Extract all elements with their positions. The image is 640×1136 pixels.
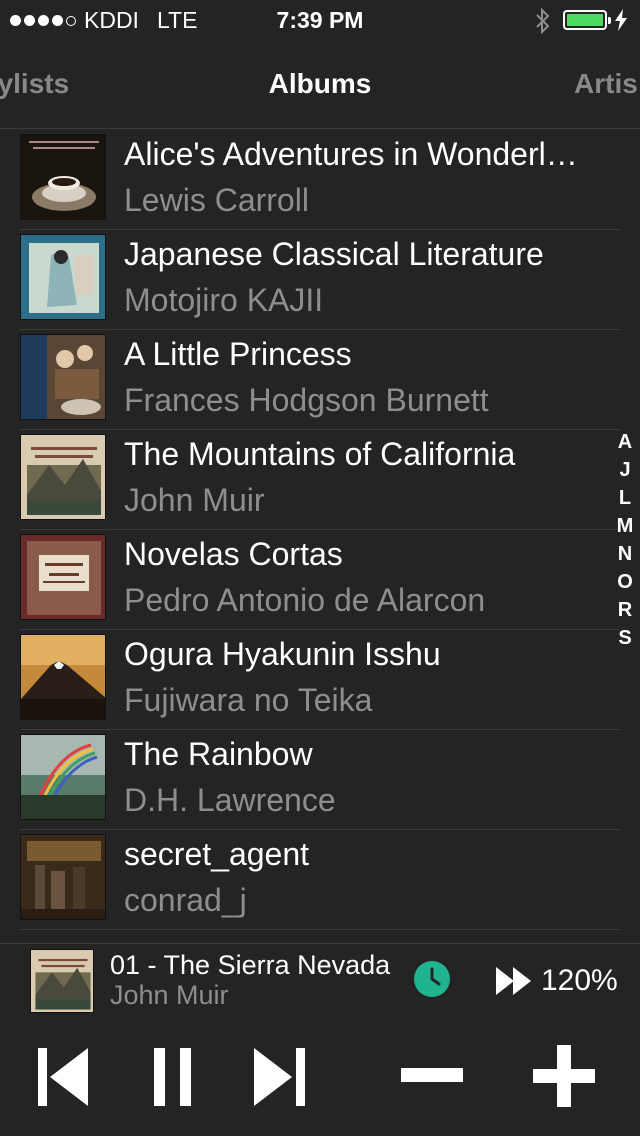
album-row[interactable]: Alice's Adventures in Wonderland Lewis C… (20, 130, 620, 230)
index-letter[interactable]: R (612, 596, 638, 624)
album-title: The Mountains of California (124, 436, 516, 472)
plus-icon (533, 1045, 595, 1107)
album-row[interactable]: The Mountains of California John Muir (20, 430, 620, 530)
album-row[interactable]: The Rainbow D.H. Lawrence (20, 730, 620, 830)
index-letter[interactable]: N (612, 540, 638, 568)
album-row[interactable]: Japanese Classical Literature Motojiro K… (20, 230, 620, 330)
album-cover (20, 834, 106, 920)
album-row[interactable]: secret_agent conrad_j (20, 830, 620, 930)
status-bar: KDDI LTE 7:39 PM (0, 0, 640, 40)
album-artist: D.H. Lawrence (124, 782, 336, 818)
album-artist: Lewis Carroll (124, 182, 309, 218)
tabs-divider (0, 128, 640, 129)
album-title: Novelas Cortas (124, 536, 343, 572)
now-playing-track[interactable]: 01 - The Sierra Nevada (110, 950, 400, 981)
album-cover (20, 334, 106, 420)
category-tabs: aylists Albums Artis (0, 52, 640, 118)
bluetooth-icon (536, 8, 550, 34)
index-letter[interactable]: M (612, 512, 638, 540)
index-letter[interactable]: J (612, 456, 638, 484)
album-artist: conrad_j (124, 882, 247, 918)
album-cover (20, 634, 106, 720)
album-cover (20, 734, 106, 820)
album-title: secret_agent (124, 836, 310, 872)
album-artist: Frances Hodgson Burnett (124, 382, 489, 418)
next-icon (254, 1048, 305, 1106)
playback-speed-fast-forward-icon[interactable] (496, 967, 532, 995)
index-letter[interactable]: S (612, 624, 638, 652)
tab-artists[interactable]: Artis (574, 68, 638, 100)
album-cover (20, 134, 106, 220)
album-title: The Rainbow (124, 736, 313, 772)
album-cover (20, 534, 106, 620)
album-title: Ogura Hyakunin Isshu (124, 636, 441, 672)
previous-track-button[interactable] (38, 1048, 90, 1106)
index-letter[interactable]: A (612, 428, 638, 456)
now-playing-divider (0, 943, 640, 944)
album-cover (20, 234, 106, 320)
playback-speed-value[interactable]: 120% (541, 964, 618, 998)
album-title: Japanese Classical Literature (124, 236, 544, 272)
album-artist: Fujiwara no Teika (124, 682, 373, 718)
battery-icon (563, 10, 611, 30)
tab-albums[interactable]: Albums (0, 68, 640, 100)
album-title: Alice's Adventures in Wonderland (124, 136, 584, 172)
pause-button[interactable] (154, 1048, 192, 1106)
now-playing-cover[interactable] (30, 949, 94, 1013)
decrease-speed-button[interactable] (401, 1068, 463, 1082)
sleep-timer-clock-icon[interactable] (414, 961, 450, 997)
album-artist: Motojiro KAJII (124, 282, 324, 318)
section-index[interactable]: A J L M N O R S (612, 428, 638, 652)
index-letter[interactable]: O (612, 568, 638, 596)
increase-speed-button[interactable] (533, 1045, 595, 1107)
charging-bolt-icon (615, 9, 627, 31)
album-row[interactable]: Novelas Cortas Pedro Antonio de Alarcon (20, 530, 620, 630)
minus-icon (401, 1068, 463, 1082)
pause-icon (154, 1048, 191, 1106)
index-letter[interactable]: L (612, 484, 638, 512)
album-row[interactable]: A Little Princess Frances Hodgson Burnet… (20, 330, 620, 430)
album-cover (20, 434, 106, 520)
album-list[interactable]: Alice's Adventures in Wonderland Lewis C… (0, 130, 620, 930)
now-playing-artist: John Muir (110, 980, 229, 1010)
album-row[interactable]: Ogura Hyakunin Isshu Fujiwara no Teika (20, 630, 620, 730)
album-title: A Little Princess (124, 336, 352, 372)
next-track-button[interactable] (254, 1048, 306, 1106)
previous-icon (38, 1048, 88, 1106)
album-artist: John Muir (124, 482, 265, 518)
album-artist: Pedro Antonio de Alarcon (124, 582, 486, 618)
